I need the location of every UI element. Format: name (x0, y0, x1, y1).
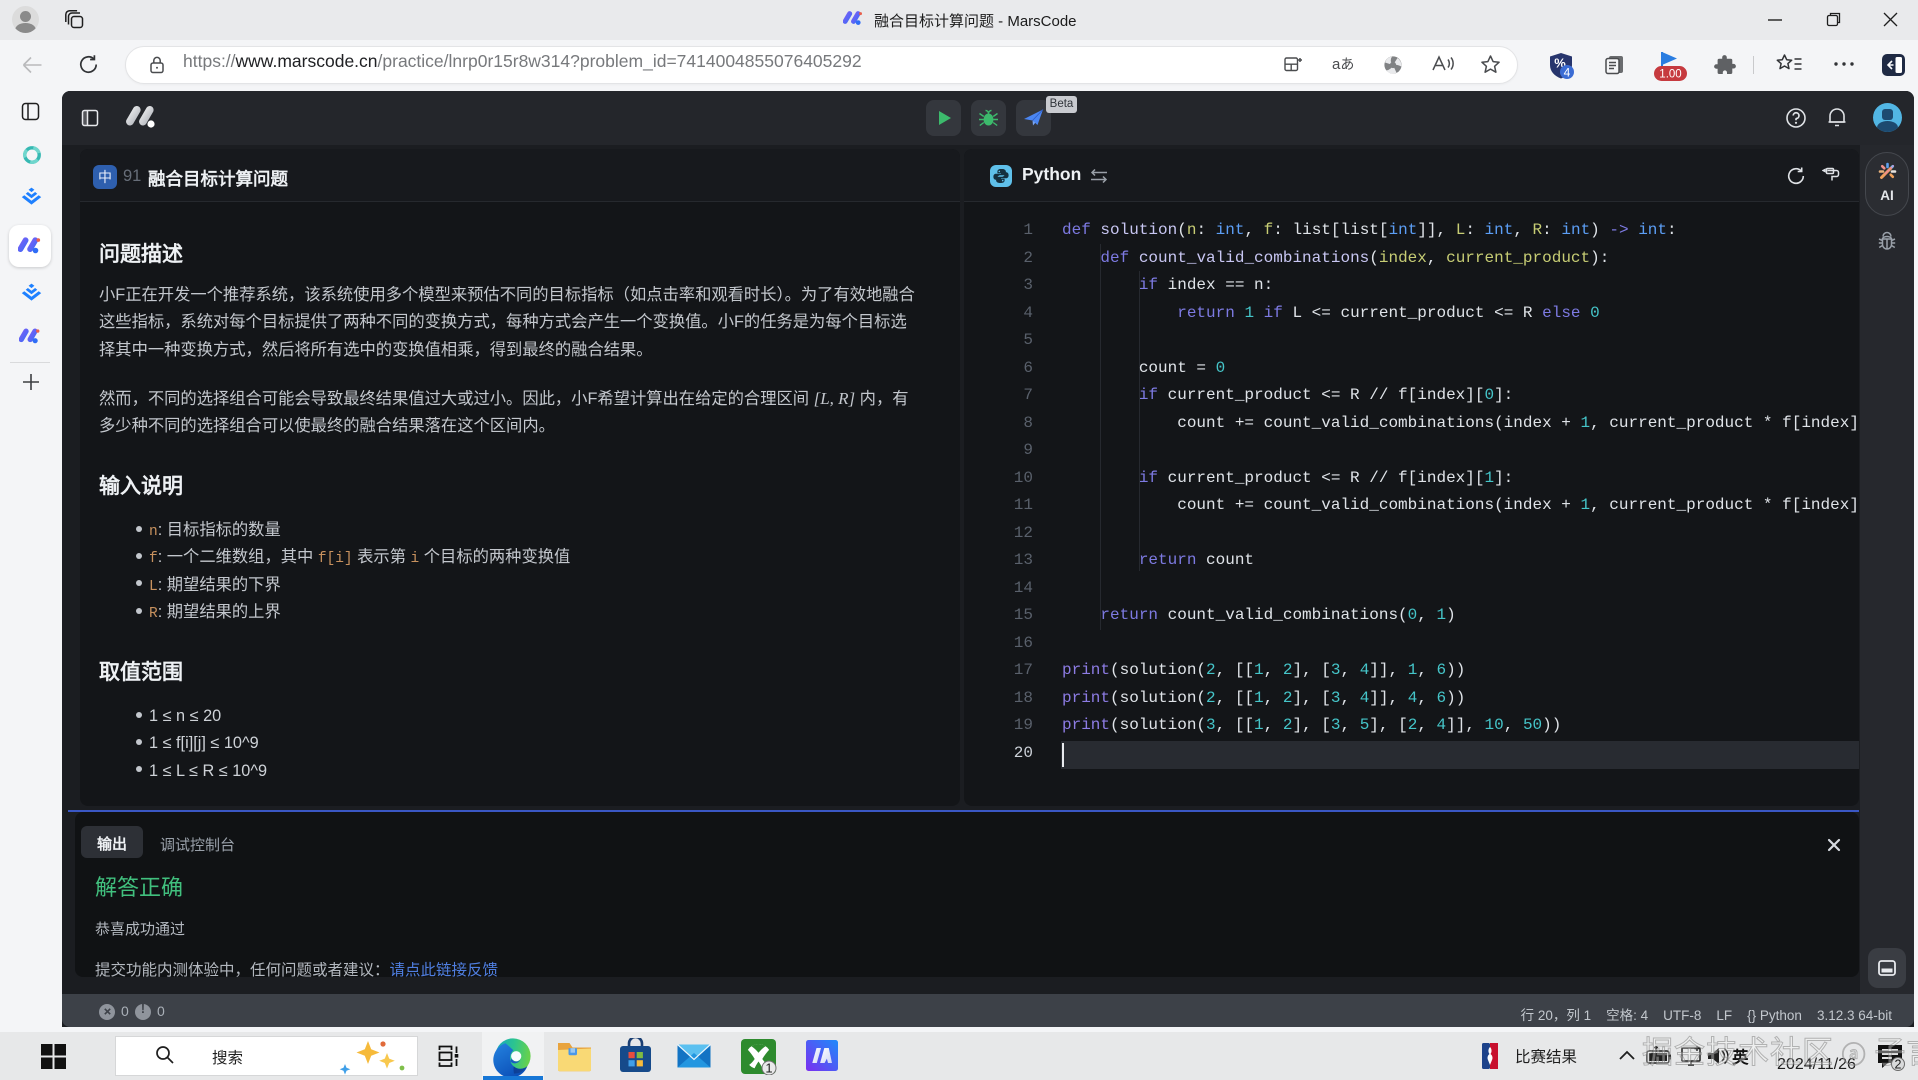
svg-text:1.00: 1.00 (1659, 69, 1681, 81)
svg-text:1: 1 (765, 1061, 772, 1076)
svg-text:4: 4 (1564, 66, 1571, 80)
